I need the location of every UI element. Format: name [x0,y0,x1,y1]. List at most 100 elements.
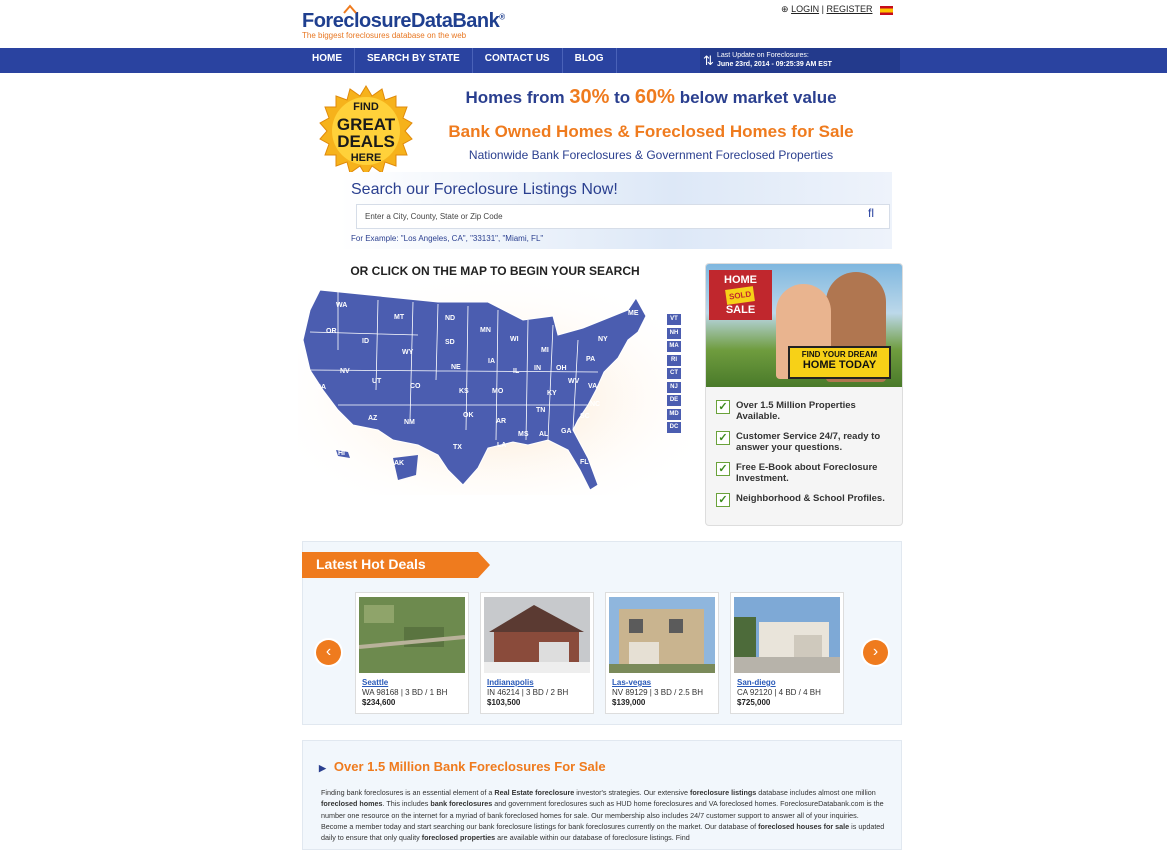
login-link[interactable]: LOGIN [791,4,819,14]
deal-city-link[interactable]: Indianapolis [487,678,534,687]
state-oh[interactable]: OH [556,365,567,372]
property-photo [734,597,840,673]
state-me[interactable]: ME [628,310,639,317]
nav-blog[interactable]: BLOG [563,48,617,73]
state-sd[interactable]: SD [445,339,455,346]
find-dream-home-button[interactable]: FIND YOUR DREAM HOME TODAY [788,346,891,379]
hero-subhead: Bank Owned Homes & Foreclosed Homes for … [448,122,854,141]
state-ct[interactable]: CT [667,368,681,379]
search-button-icon[interactable]: fl [868,206,874,220]
about-section: ▶ Over 1.5 Million Bank Foreclosures For … [302,740,902,850]
us-map[interactable]: WA OR CA NV ID MT WY UT AZ CO NM ND SD N… [298,280,690,495]
headline-text-a: Homes from [465,88,565,107]
state-nm[interactable]: NM [404,419,415,426]
state-in[interactable]: IN [534,365,541,372]
house-roof-icon [343,4,357,14]
site-logo[interactable]: ForeclosureDataBank® The biggest foreclo… [302,10,505,40]
nav-search-by-state[interactable]: SEARCH BY STATE [355,48,473,73]
state-ky[interactable]: KY [547,390,557,397]
checkmark-icon: ✓ [716,400,730,414]
next-arrow-button[interactable]: › [863,640,888,665]
state-fl[interactable]: FL [580,459,589,466]
state-ak[interactable]: AK [394,460,404,467]
caret-right-icon: ▶ [319,763,326,773]
state-ny[interactable]: NY [598,336,608,343]
state-co[interactable]: CO [410,383,421,390]
state-vt[interactable]: VT [667,314,681,325]
state-ga[interactable]: GA [561,428,572,435]
family-photo[interactable]: HOME SOLD SALE FIND YOUR DREAM HOME TODA… [706,264,902,387]
deal-city-link[interactable]: San-diego [737,678,776,687]
hero-headline: Homes from 30% to 60% below market value [420,86,882,109]
state-nc[interactable]: NC [590,401,600,408]
state-wa[interactable]: WA [336,302,347,309]
headline-text-to: to [614,88,631,107]
state-al[interactable]: AL [539,431,548,438]
nav-contact-us[interactable]: CONTACT US [473,48,563,73]
state-tx[interactable]: TX [453,444,462,451]
state-wv[interactable]: WV [568,378,579,385]
main-nav: HOME SEARCH BY STATE CONTACT US BLOG [300,48,617,73]
deal-card[interactable]: Las-vegas NV 89129 | 3 BD / 2.5 BH $139,… [605,592,719,714]
state-mt[interactable]: MT [394,314,404,321]
state-pa[interactable]: PA [586,356,595,363]
state-mo[interactable]: MO [492,388,503,395]
state-la[interactable]: LA [497,442,506,449]
nav-home[interactable]: HOME [300,48,355,73]
deal-card[interactable]: Indianapolis IN 46214 | 3 BD / 2 BH $103… [480,592,594,714]
state-wy[interactable]: WY [402,349,413,356]
state-nd[interactable]: ND [445,315,455,322]
state-md[interactable]: MD [667,408,681,420]
state-ri[interactable]: RI [667,354,681,366]
hero-tagline: Nationwide Bank Foreclosures & Governmen… [468,148,834,162]
search-example: For Example: "Los Angeles, CA", "33131",… [351,234,544,243]
state-sc[interactable]: SC [580,413,590,420]
state-ar[interactable]: AR [496,418,506,425]
deal-card[interactable]: San-diego CA 92120 | 4 BD / 4 BH $725,00… [730,592,844,714]
state-az[interactable]: AZ [368,415,377,422]
state-de[interactable]: DE [667,395,681,406]
search-input[interactable]: Enter a City, County, State or Zip Code [356,204,890,229]
state-nj[interactable]: NJ [667,381,681,393]
register-link[interactable]: REGISTER [826,4,872,14]
state-va[interactable]: VA [588,383,597,390]
last-update-panel: ⇅ Last Update on Foreclosures: June 23rd… [700,48,900,73]
spanish-flag-icon[interactable] [880,6,893,15]
state-tn[interactable]: TN [536,407,545,414]
state-ia[interactable]: IA [488,358,495,365]
state-mn[interactable]: MN [480,327,491,334]
state-or[interactable]: OR [326,328,337,335]
state-hi[interactable]: HI [338,450,345,457]
state-ms[interactable]: MS [518,431,529,438]
headline-pct-high: 60% [634,86,675,108]
deal-info: WA 98168 | 3 BD / 1 BH [362,688,448,697]
state-ca[interactable]: CA [316,384,326,391]
deal-price: $103,500 [487,698,521,707]
state-ks[interactable]: KS [459,388,469,395]
state-id[interactable]: ID [362,338,369,345]
account-links: ⊕ LOGIN | REGISTER [781,4,872,15]
state-nh[interactable]: NH [667,327,681,339]
find-great-deals-badge[interactable]: FIND GREAT DEALS HERE [319,84,413,178]
deal-city-link[interactable]: Las-vegas [612,678,651,687]
state-dc[interactable]: DC [667,422,681,433]
login-icon: ⊕ [781,4,789,14]
property-photo [484,597,590,673]
badge-line-2: GREAT [336,115,396,134]
state-mi[interactable]: MI [541,347,549,354]
state-ne[interactable]: NE [451,364,461,371]
deal-city-link[interactable]: Seattle [362,678,388,687]
state-il[interactable]: IL [513,368,519,375]
property-photo [359,597,465,673]
deal-card[interactable]: Seattle WA 98168 | 3 BD / 1 BH $234,600 [355,592,469,714]
checkmark-icon: ✓ [716,462,730,476]
prev-arrow-button[interactable]: ‹ [316,640,341,665]
state-ma[interactable]: MA [667,341,681,352]
search-title: Search our Foreclosure Listings Now! [351,181,618,198]
state-ut[interactable]: UT [372,378,381,385]
map-heading: OR CLICK ON THE MAP TO BEGIN YOUR SEARCH [350,264,640,278]
state-ok[interactable]: OK [463,412,474,419]
state-wi[interactable]: WI [510,336,519,343]
features-list: ✓ Over 1.5 Million Properties Available. … [716,400,896,513]
state-nv[interactable]: NV [340,368,350,375]
